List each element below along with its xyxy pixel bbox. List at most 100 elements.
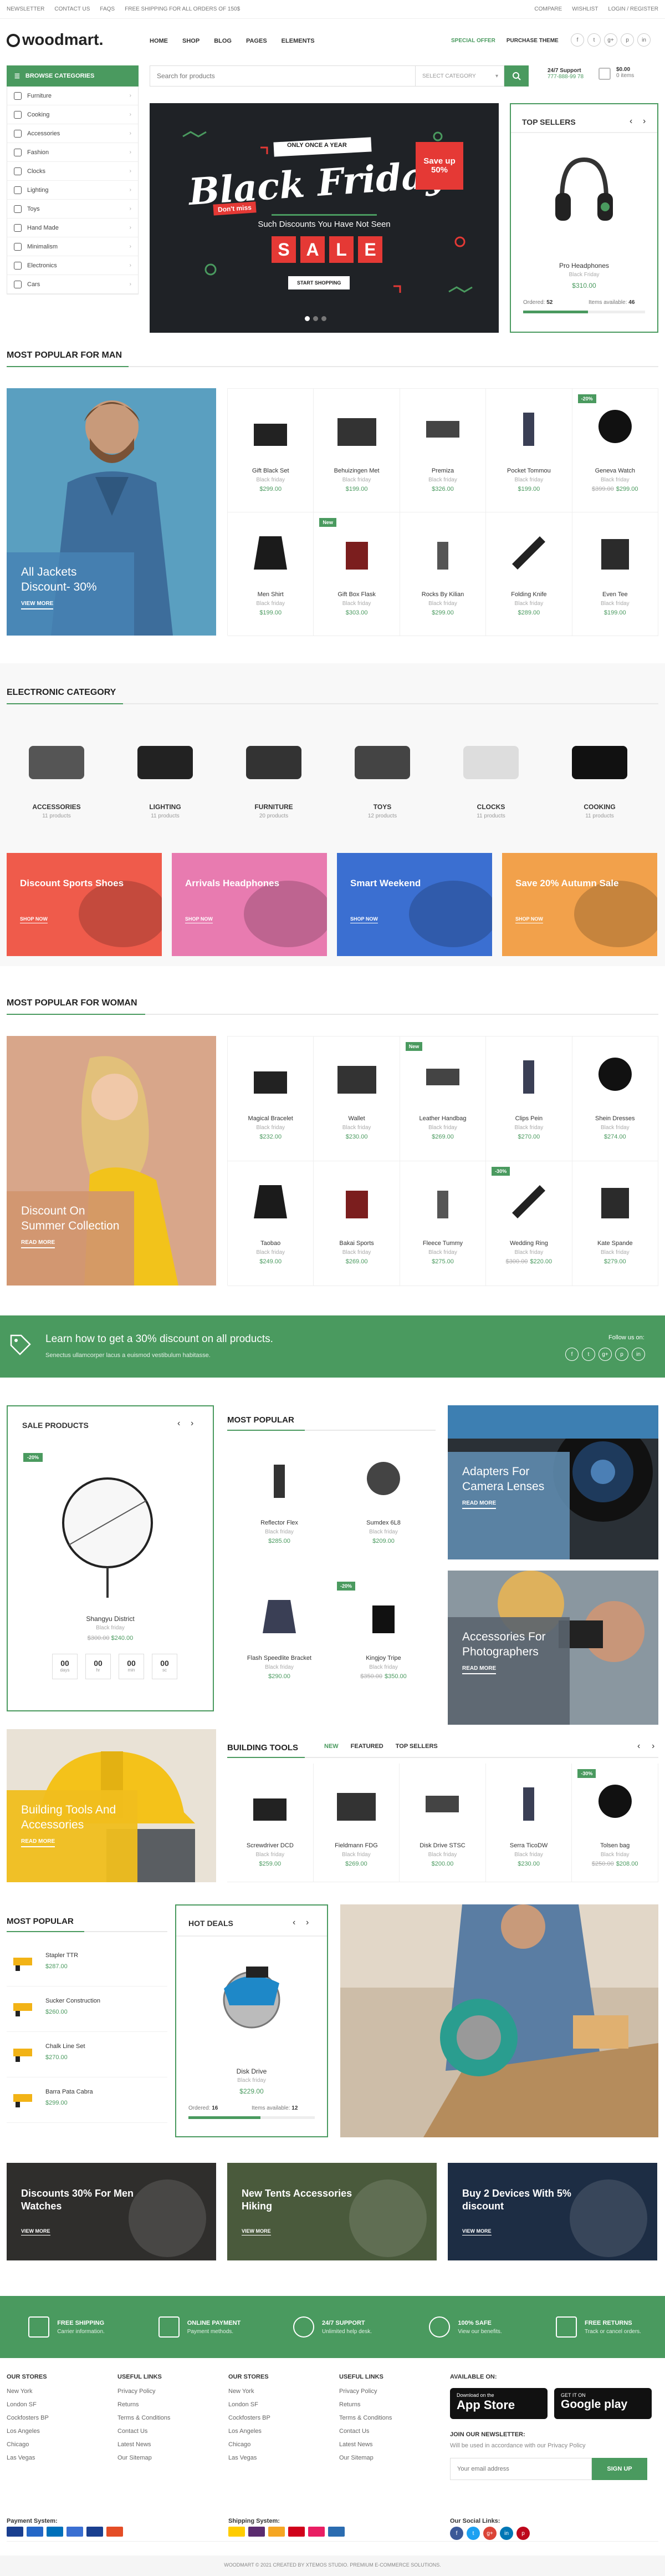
prev-arrow-icon[interactable]: ‹	[630, 116, 632, 126]
footer-link[interactable]: Los Angeles	[7, 2428, 49, 2435]
product-thumb[interactable]	[10, 2040, 35, 2065]
men-banner-cta[interactable]: View More	[21, 601, 54, 609]
category-item[interactable]: Clocks ›	[7, 162, 138, 181]
product-name[interactable]: Even Tee	[602, 591, 628, 598]
product-image[interactable]	[415, 522, 470, 583]
nav-elements[interactable]: Elements	[282, 38, 315, 44]
browse-categories-button[interactable]: ☰ Browse Categories	[7, 65, 139, 87]
search-button[interactable]	[504, 65, 529, 87]
category-item[interactable]: Cars ›	[7, 275, 138, 294]
product-image[interactable]	[329, 1046, 385, 1107]
product-image[interactable]	[587, 399, 643, 460]
list-item-name[interactable]: Sucker Construction	[45, 1998, 100, 2004]
reflector-image[interactable]	[47, 1473, 174, 1601]
compare-link[interactable]: Compare	[534, 6, 562, 12]
prev-arrow-icon[interactable]: ‹	[637, 1741, 640, 1751]
product-name[interactable]: Geneva Watch	[595, 468, 635, 474]
footer-link[interactable]: Contact Us	[117, 2428, 170, 2435]
camera-banner-1-cta[interactable]: Read More	[462, 1500, 497, 1509]
feature-item[interactable]: 24/7 Support Unlimited help desk.	[266, 2296, 399, 2358]
product-image[interactable]	[243, 1171, 298, 1232]
category-item[interactable]: Minimalism ›	[7, 237, 138, 256]
footer-link[interactable]: Las Vegas	[228, 2455, 270, 2461]
product-thumb[interactable]	[10, 2085, 35, 2111]
promo-cta[interactable]: Shop Now	[350, 916, 378, 923]
product-image[interactable]	[501, 1774, 556, 1835]
bottom-banner-cta[interactable]: View More	[21, 2228, 50, 2235]
pinterest-icon[interactable]: p	[621, 33, 634, 47]
product-name[interactable]: Reflector Flex	[260, 1520, 298, 1526]
footer-link[interactable]: London SF	[7, 2401, 49, 2408]
feature-item[interactable]: Free Returns Track or cancel orders.	[532, 2296, 665, 2358]
bottom-banner-cta[interactable]: View More	[462, 2228, 492, 2235]
building-banner-cta[interactable]: Read More	[21, 1838, 55, 1847]
product-name[interactable]: Men Shirt	[258, 591, 284, 598]
prev-arrow-icon[interactable]: ‹	[177, 1419, 180, 1429]
product-image[interactable]	[329, 1171, 385, 1232]
prev-arrow-icon[interactable]: ‹	[293, 1918, 295, 1928]
facebook-icon[interactable]: f	[565, 1348, 579, 1361]
product-name[interactable]: Folding Knife	[511, 591, 546, 598]
promo-banner[interactable]: Save 20% Autumn Sale Shop Now	[502, 853, 657, 956]
product-card[interactable]: Magical Bracelet Black friday $232.00	[228, 1037, 314, 1161]
product-card[interactable]: Wallet Black friday $230.00	[314, 1037, 400, 1161]
product-card[interactable]: Behuizingen Met Black friday $199.00	[314, 389, 400, 512]
category-item[interactable]: Cooking ›	[7, 105, 138, 124]
tab-featured[interactable]: Featured	[351, 1743, 383, 1750]
top-seller-name[interactable]: Pro Headphones	[511, 262, 657, 270]
product-image[interactable]	[242, 1774, 298, 1835]
app-store-button[interactable]: Download on the App Store	[450, 2388, 548, 2419]
product-card[interactable]: Disk Drive STSC Black friday $200.00	[400, 1764, 486, 1882]
product-name[interactable]: Bakai Sports	[339, 1240, 374, 1247]
product-card[interactable]: Serra TicoDW Black friday $230.00	[485, 1764, 572, 1882]
product-image[interactable]	[252, 1586, 307, 1647]
product-card[interactable]: Taobao Black friday $249.00	[228, 1161, 314, 1286]
twitter-icon[interactable]: t	[582, 1348, 595, 1361]
product-name[interactable]: Pocket Tommou	[507, 468, 551, 474]
linkedin-icon[interactable]: in	[500, 2527, 513, 2540]
circular-saw-image[interactable]	[213, 1955, 290, 2039]
product-thumb[interactable]	[10, 1994, 35, 2020]
product-card[interactable]: Premiza Black friday $326.00	[400, 389, 487, 512]
linkedin-icon[interactable]: in	[632, 1348, 645, 1361]
product-card[interactable]: Folding Knife Black friday $289.00	[486, 512, 572, 636]
product-image[interactable]	[243, 1046, 298, 1107]
promo-cta[interactable]: Shop Now	[185, 916, 213, 923]
cart[interactable]: $0.00 0 items	[598, 67, 634, 80]
wishlist-link[interactable]: Wishlist	[572, 6, 598, 12]
footer-link[interactable]: Terms & Conditions	[339, 2415, 392, 2421]
next-arrow-icon[interactable]: ›	[191, 1419, 193, 1429]
bottom-banner[interactable]: New Tents Accessories Hiking View More	[227, 2163, 437, 2260]
linkedin-icon[interactable]: in	[637, 33, 651, 47]
login-link[interactable]: Login / Register	[608, 6, 658, 12]
product-card[interactable]: Rocks By Kilian Black friday $299.00	[400, 512, 487, 636]
electronic-category-item[interactable]: Lighting 11 products	[115, 726, 215, 819]
category-item[interactable]: Toys ›	[7, 200, 138, 219]
twitter-icon[interactable]: t	[587, 33, 601, 47]
product-image[interactable]	[587, 1774, 643, 1835]
list-item-name[interactable]: Barra Pata Cabra	[45, 2089, 93, 2095]
product-image[interactable]	[415, 1774, 470, 1835]
nav-home[interactable]: Home	[150, 38, 168, 44]
footer-link[interactable]: Privacy Policy	[339, 2388, 392, 2395]
product-name[interactable]: Fleece Tummy	[423, 1240, 463, 1247]
product-card[interactable]: New Leather Handbag Black friday $269.00	[400, 1037, 487, 1161]
footer-link[interactable]: Cockfosters BP	[7, 2415, 49, 2421]
product-name[interactable]: Magical Bracelet	[248, 1115, 293, 1122]
footer-link[interactable]: Latest News	[117, 2441, 170, 2448]
product-image[interactable]	[243, 522, 298, 583]
footer-link[interactable]: London SF	[228, 2401, 270, 2408]
product-image[interactable]	[329, 522, 385, 583]
product-name[interactable]: Premiza	[432, 468, 454, 474]
product-name[interactable]: Kingjoy Tripe	[366, 1655, 401, 1662]
footer-link[interactable]: Returns	[339, 2401, 392, 2408]
product-card[interactable]: Clips Pein Black friday $270.00	[486, 1037, 572, 1161]
footer-link[interactable]: Our Sitemap	[117, 2455, 170, 2461]
hero-cta-button[interactable]: Start Shopping	[288, 276, 350, 289]
electronic-category-item[interactable]: Clocks 11 products	[441, 726, 541, 819]
faqs-link[interactable]: FAQs	[100, 6, 115, 12]
electronic-category-item[interactable]: Accessories 11 products	[7, 726, 106, 819]
product-card[interactable]: Kate Spande Black friday $279.00	[572, 1161, 658, 1286]
contact-link[interactable]: Contact Us	[54, 6, 90, 12]
facebook-icon[interactable]: f	[450, 2527, 463, 2540]
